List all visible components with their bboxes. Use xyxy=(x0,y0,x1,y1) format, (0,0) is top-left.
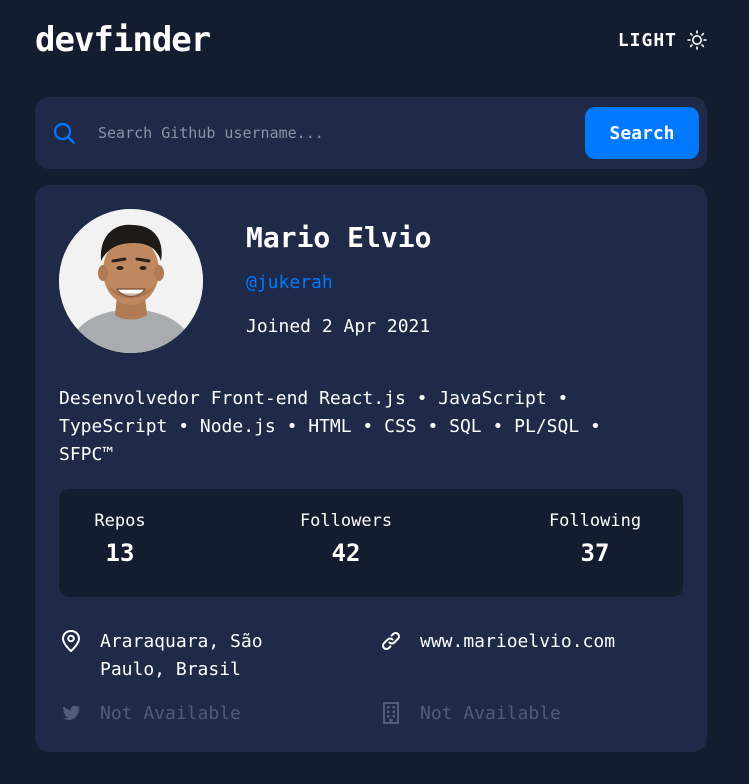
profile-name: Mario Elvio xyxy=(246,221,432,254)
theme-label: LIGHT xyxy=(617,29,677,51)
search-icon xyxy=(53,122,75,144)
app-title: devfinder xyxy=(35,20,211,60)
location-line: Araraquara, São xyxy=(100,631,263,652)
stat-label: Followers xyxy=(299,511,393,531)
sun-icon xyxy=(687,30,707,50)
bio-line: Desenvolvedor Front-end React.js • JavaS… xyxy=(59,388,569,409)
stat-value: 37 xyxy=(580,539,610,567)
location-line: Paulo, Brasil xyxy=(100,659,241,680)
company-text: Not Available xyxy=(420,703,561,724)
stat-repos: Repos 13 xyxy=(90,511,150,567)
twitter-icon xyxy=(61,702,81,724)
bio-line: TypeScript • Node.js • HTML • CSS • SQL … xyxy=(59,416,601,437)
joined-date: Joined 2 Apr 2021 xyxy=(246,316,431,337)
twitter-text: Not Available xyxy=(100,703,241,724)
avatar xyxy=(59,209,203,353)
profile-login-link[interactable]: @jukerah xyxy=(246,272,333,293)
profile-bio: Desenvolvedor Front-end React.js • JavaS… xyxy=(59,385,689,469)
search-bar: Search xyxy=(35,97,707,169)
theme-toggle[interactable]: LIGHT xyxy=(618,30,707,51)
stats-panel: Repos 13 Followers 42 Following 37 xyxy=(59,489,683,597)
stat-label: Repos xyxy=(94,511,146,531)
stat-value: 42 xyxy=(331,539,361,567)
app-header: devfinder LIGHT xyxy=(35,20,707,60)
location-text: Araraquara, São Paulo, Brasil xyxy=(100,628,263,684)
bio-line: SFPC™ xyxy=(59,444,114,465)
location-pin-icon xyxy=(61,629,81,653)
website-link[interactable]: www.marioelvio.com xyxy=(420,628,615,656)
stat-followers: Followers 42 xyxy=(291,511,401,567)
profile-card: Mario Elvio @jukerah Joined 2 Apr 2021 D… xyxy=(35,185,707,752)
link-icon xyxy=(381,630,401,652)
search-button[interactable]: Search xyxy=(585,107,699,159)
stat-label: Following xyxy=(548,511,642,531)
search-input[interactable] xyxy=(98,117,568,149)
stat-following: Following 37 xyxy=(540,511,650,567)
stat-value: 13 xyxy=(105,539,135,567)
building-icon xyxy=(381,702,401,724)
